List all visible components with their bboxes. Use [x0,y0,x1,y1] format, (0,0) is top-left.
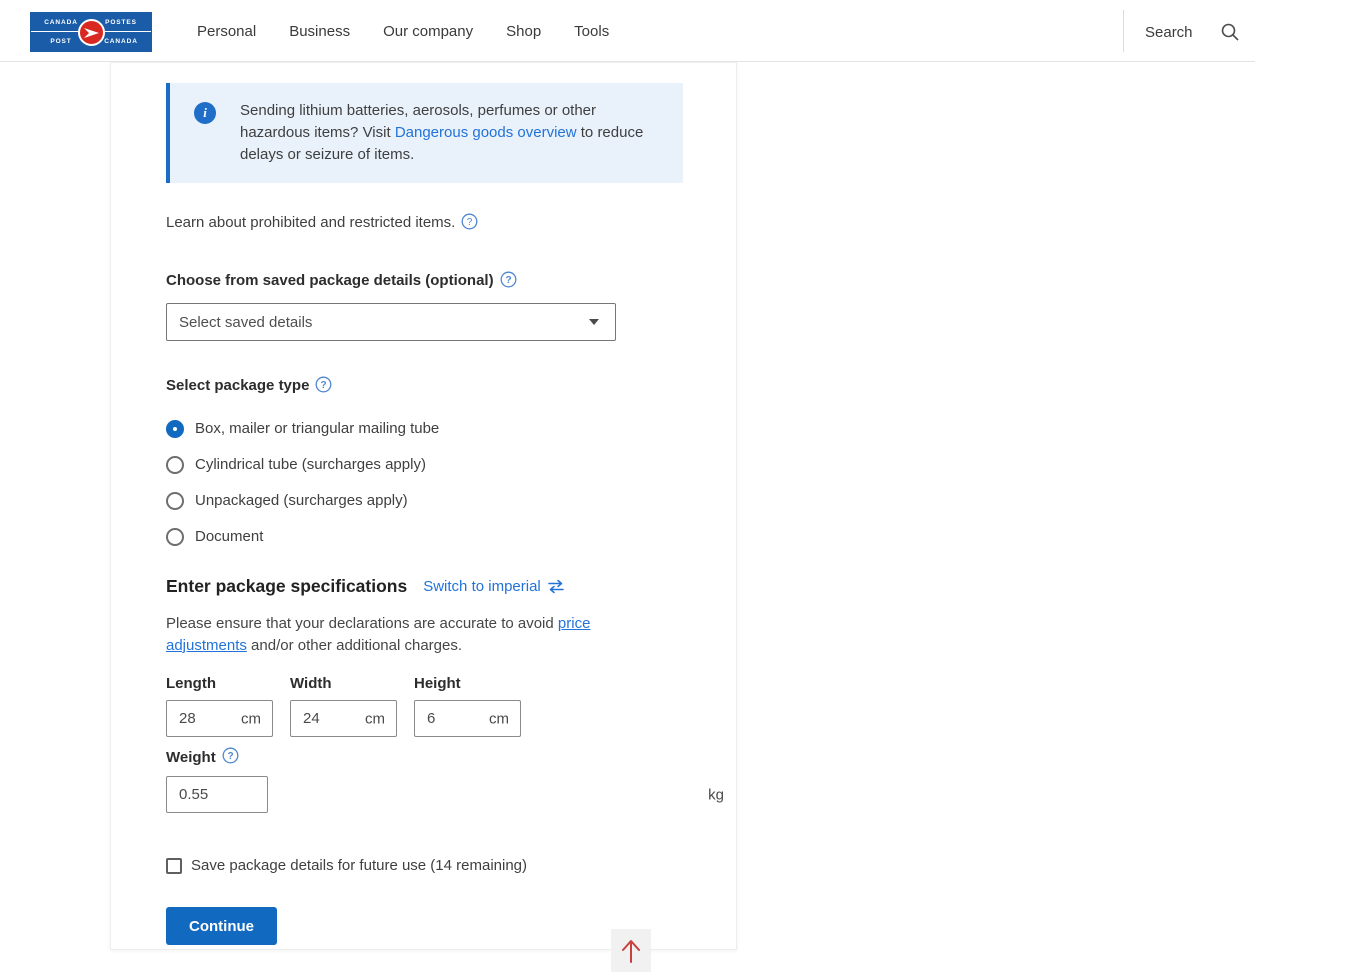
switch-link-text: Switch to imperial [423,578,541,595]
search-icon[interactable] [1220,22,1240,47]
svg-text:?: ? [227,751,233,762]
note-text-before: Please ensure that your declarations are… [166,615,558,632]
radio-button[interactable] [166,456,184,474]
length-field-group: Length cm [166,675,273,737]
accuracy-note: Please ensure that your declarations are… [166,613,606,656]
radio-label: Box, mailer or triangular mailing tube [195,420,439,437]
width-label: Width [290,675,397,692]
svg-text:?: ? [505,275,511,286]
radio-option-unpackaged[interactable]: Unpackaged (surcharges apply) [166,490,736,511]
specs-heading: Enter package specifications [166,576,407,597]
help-icon[interactable]: ? [222,747,239,768]
weight-label: Weight ? [166,747,736,768]
info-icon: i [194,102,216,124]
canada-post-wing-icon [78,19,105,46]
prohibited-items-text: Learn about prohibited and restricted it… [166,214,455,231]
radio-option-box-mailer[interactable]: Box, mailer or triangular mailing tube [166,418,736,439]
swap-arrows-icon [547,579,565,594]
nav-item-tools[interactable]: Tools [574,23,609,40]
save-checkbox[interactable] [166,858,182,874]
search-link[interactable]: Search [1145,24,1193,41]
weight-input[interactable] [166,776,268,813]
header-bottom-border [0,61,1255,62]
save-package-details-option[interactable]: Save package details for future use (14 … [166,857,736,874]
help-icon[interactable]: ? [500,271,517,292]
up-arrow-icon [618,936,644,966]
header-divider [1123,10,1124,52]
continue-button[interactable]: Continue [166,907,277,945]
nav-item-business[interactable]: Business [289,23,350,40]
package-details-card: i Sending lithium batteries, aerosols, p… [110,62,737,950]
nav-item-personal[interactable]: Personal [197,23,256,40]
weight-field-group: Weight ? kg [166,747,736,813]
nav-item-our-company[interactable]: Our company [383,23,473,40]
banner-text: Sending lithium batteries, aerosols, per… [240,100,650,166]
back-to-top-button[interactable] [611,929,651,972]
radio-label: Document [195,528,263,545]
radio-button[interactable] [166,492,184,510]
radio-button-selected[interactable] [166,420,184,438]
package-type-options: Box, mailer or triangular mailing tube C… [166,418,736,547]
radio-option-cylindrical-tube[interactable]: Cylindrical tube (surcharges apply) [166,454,736,475]
saved-details-label: Choose from saved package details (optio… [166,271,736,292]
height-input[interactable] [414,700,521,737]
saved-details-select[interactable]: Select saved details [166,303,616,341]
svg-text:?: ? [467,217,473,228]
radio-label: Unpackaged (surcharges apply) [195,492,408,509]
header: CANADA POSTES POST CANADA Personal Busin… [0,0,1370,62]
saved-details-select-value: Select saved details [179,314,312,331]
chevron-down-icon [589,319,599,325]
dangerous-goods-banner: i Sending lithium batteries, aerosols, p… [166,83,683,183]
length-input[interactable] [166,700,273,737]
radio-label: Cylindrical tube (surcharges apply) [195,456,426,473]
main-nav: Personal Business Our company Shop Tools [197,0,609,62]
canada-post-logo[interactable]: CANADA POSTES POST CANADA [30,12,152,52]
save-checkbox-label: Save package details for future use (14 … [191,857,527,874]
nav-item-shop[interactable]: Shop [506,23,541,40]
help-icon[interactable]: ? [461,213,478,234]
saved-details-label-text: Choose from saved package details (optio… [166,272,494,289]
radio-button[interactable] [166,528,184,546]
note-text-after: and/or other additional charges. [247,637,462,654]
dangerous-goods-link[interactable]: Dangerous goods overview [395,124,577,141]
radio-option-document[interactable]: Document [166,526,736,547]
switch-to-imperial-link[interactable]: Switch to imperial [423,578,565,595]
height-field-group: Height cm [414,675,521,737]
length-label: Length [166,675,273,692]
weight-unit: kg [708,786,724,803]
prohibited-items-line: Learn about prohibited and restricted it… [166,213,736,234]
width-input[interactable] [290,700,397,737]
weight-label-text: Weight [166,749,216,766]
dimensions-row: Length cm Width cm Height cm [166,675,736,737]
width-field-group: Width cm [290,675,397,737]
svg-text:?: ? [321,380,327,391]
package-type-label-text: Select package type [166,377,309,394]
height-label: Height [414,675,521,692]
package-type-label: Select package type ? [166,376,736,397]
help-icon[interactable]: ? [315,376,332,397]
